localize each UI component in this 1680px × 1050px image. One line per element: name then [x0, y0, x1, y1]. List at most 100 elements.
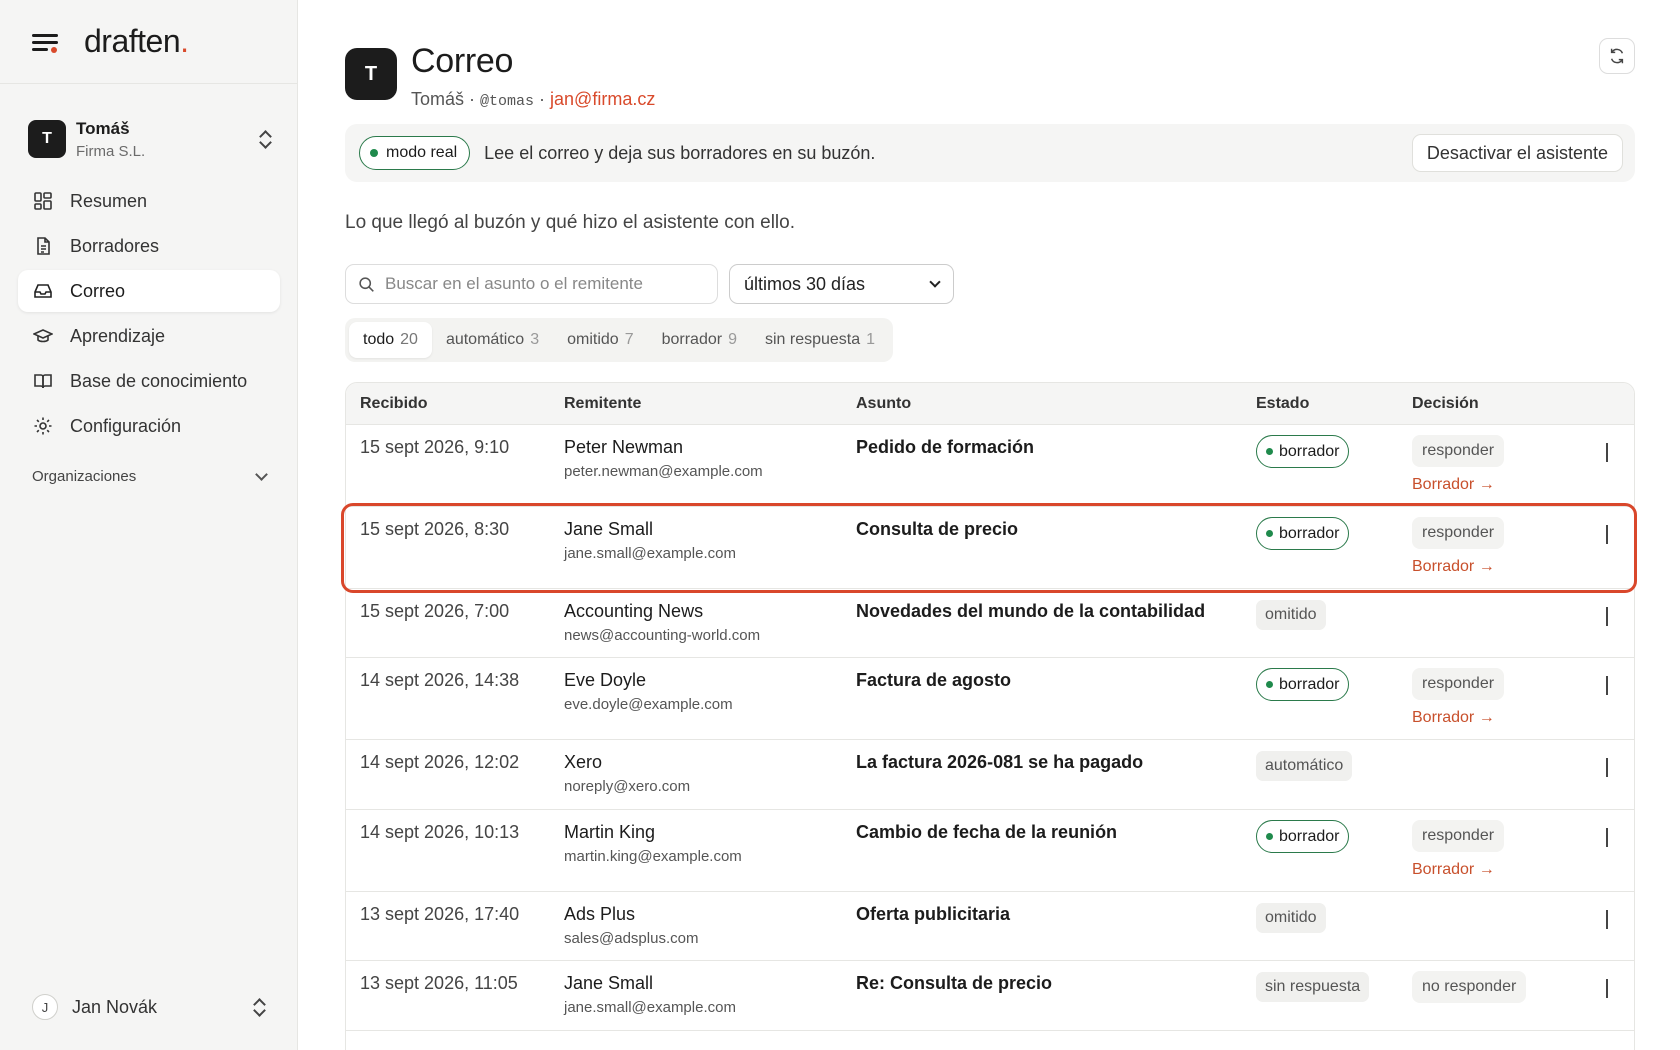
dashboard-icon: [34, 192, 52, 210]
sidebar-nav: Resumen Borradores Correo Aprendizaje Ba…: [18, 180, 280, 450]
expand-row-button[interactable]: [1606, 607, 1608, 626]
filter-count: 9: [728, 331, 737, 348]
received-date: 13 sept 2026, 11:05: [360, 973, 518, 993]
sender-email: jane.small@example.com: [564, 545, 736, 562]
expand-row-button[interactable]: [1606, 828, 1608, 847]
filter-tab-automatico[interactable]: automático 3: [432, 322, 553, 358]
sidebar-item-resumen[interactable]: Resumen: [18, 180, 280, 222]
chevron-down-icon: [1606, 443, 1608, 462]
mail-subject: Novedades del mundo de la contabilidad: [856, 601, 1206, 621]
menu-icon[interactable]: [32, 31, 60, 53]
org-name: Tomáš: [76, 118, 130, 138]
filter-tab-borrador[interactable]: borrador 9: [648, 322, 751, 358]
sidebar-item-aprendizaje[interactable]: Aprendizaje: [18, 315, 280, 357]
org-company: Firma S.L.: [76, 142, 146, 160]
draft-link[interactable]: Borrador →: [1412, 558, 1572, 576]
mail-subject: Re: Consulta de precio: [856, 973, 1053, 993]
table-row[interactable]: 13 sept 2026, 11:05 Jane Small jane.small…: [346, 961, 1634, 1031]
sender-email: noreply@xero.com: [564, 778, 691, 795]
sender-name: Peter Newman: [564, 437, 684, 457]
period-select[interactable]: últimos 30 días: [729, 264, 954, 304]
table-row[interactable]: 15 sept 2026, 8:30 Jane Small jane.small@…: [346, 507, 1634, 589]
mode-badge: modo real: [359, 136, 471, 170]
sender-name: Xero: [564, 752, 603, 772]
table-row[interactable]: 15 sept 2026, 9:10 Peter Newman peter.new…: [346, 425, 1634, 507]
sidebar-item-label: Aprendizaje: [70, 325, 166, 346]
expand-row-button[interactable]: [1606, 979, 1608, 998]
status-label: borrador: [1279, 827, 1340, 845]
organizations-section[interactable]: Organizaciones: [32, 468, 268, 485]
received-date: 14 sept 2026, 14:38: [360, 670, 520, 690]
chevron-updown-icon: [252, 997, 266, 1017]
expand-row-button[interactable]: [1606, 443, 1608, 462]
filter-label: omitido: [567, 331, 619, 348]
sidebar: draften. T Tomáš Firma S.L. Resumen Borr…: [0, 0, 298, 1050]
chevron-down-icon: [1606, 758, 1608, 777]
mail-subject: Oferta publicitaria: [856, 904, 1011, 924]
decision-badge: responder: [1412, 668, 1505, 700]
status-badge: borrador: [1256, 820, 1350, 853]
column-header-sender[interactable]: Remitente: [564, 395, 856, 413]
received-date: 14 sept 2026, 10:13: [360, 822, 520, 842]
chevron-down-icon: [1606, 910, 1608, 929]
org-switcher[interactable]: T Tomáš Firma S.L.: [28, 114, 272, 164]
table-row[interactable]: 14 sept 2026, 14:38 Eve Doyle eve.doyle@e…: [346, 658, 1634, 740]
banner-text: Lee el correo y deja sus borradores en s…: [484, 142, 876, 163]
sender-name: Eve Doyle: [564, 670, 647, 690]
owner-email-link[interactable]: jan@firma.cz: [550, 89, 655, 109]
chevron-down-icon: [1606, 607, 1608, 626]
search-input[interactable]: [385, 274, 705, 294]
table-row[interactable]: 15 sept 2026, 7:00 Accounting News news@a…: [346, 589, 1634, 658]
sidebar-item-borradores[interactable]: Borradores: [18, 225, 280, 267]
column-header-status[interactable]: Estado: [1256, 395, 1412, 413]
table-row[interactable]: 13 sept 2026, 17:40 Ads Plus sales@adsplu…: [346, 892, 1634, 961]
status-badge: automático: [1256, 751, 1353, 781]
chevron-down-icon: [1606, 828, 1608, 847]
column-header-subject[interactable]: Asunto: [856, 395, 1256, 413]
sender-email: jane.small@example.com: [564, 999, 736, 1016]
chevron-updown-icon: [258, 129, 272, 149]
decision-badge: responder: [1412, 517, 1505, 549]
decision-badge: responder: [1412, 820, 1505, 852]
draft-link[interactable]: Borrador →: [1412, 476, 1572, 494]
sidebar-item-label: Correo: [70, 280, 126, 301]
mail-table: Recibido Remitente Asunto Estado Decisió…: [345, 382, 1635, 1050]
sender-name: Martin King: [564, 822, 656, 842]
search-box[interactable]: [345, 264, 718, 304]
draft-link[interactable]: Borrador →: [1412, 709, 1572, 727]
status-badge: omitido: [1256, 600, 1326, 630]
decision-badge: no responder: [1412, 971, 1527, 1003]
filter-tab-todo[interactable]: todo 20: [349, 322, 432, 358]
table-row[interactable]: 14 sept 2026, 12:02 Xero noreply@xero.com…: [346, 740, 1634, 810]
status-badge: omitido: [1256, 903, 1326, 933]
filter-tab-sin-respuesta[interactable]: sin respuesta 1: [751, 322, 889, 358]
status-label: borrador: [1279, 675, 1340, 693]
logo[interactable]: draften.: [84, 23, 189, 60]
expand-row-button[interactable]: [1606, 676, 1608, 695]
deactivate-assistant-button[interactable]: Desactivar el asistente: [1411, 134, 1623, 172]
period-selected-value: últimos 30 días: [744, 273, 866, 294]
column-header-received[interactable]: Recibido: [346, 395, 564, 413]
draft-link[interactable]: Borrador →: [1412, 861, 1572, 879]
refresh-button[interactable]: [1599, 38, 1635, 74]
page-subtitle: Tomáš · @tomas · jan@firma.cz: [411, 89, 655, 110]
sidebar-item-correo[interactable]: Correo: [18, 270, 280, 312]
user-switcher[interactable]: J Jan Novák: [32, 994, 266, 1020]
search-icon: [359, 276, 374, 292]
column-header-decision[interactable]: Decisión: [1412, 395, 1572, 413]
mode-label: modo real: [386, 144, 458, 161]
status-badge: sin respuesta: [1256, 972, 1370, 1002]
user-avatar: J: [32, 994, 58, 1020]
expand-row-button[interactable]: [1606, 758, 1608, 777]
filter-label: borrador: [661, 331, 723, 348]
expand-row-button[interactable]: [1606, 910, 1608, 929]
sidebar-item-base-de-conocimiento[interactable]: Base de conocimiento: [18, 360, 280, 402]
status-badge: borrador: [1256, 435, 1350, 468]
sidebar-item-configuracion[interactable]: Configuración: [18, 405, 280, 447]
table-row[interactable]: 14 sept 2026, 10:13 Martin King martin.ki…: [346, 810, 1634, 892]
expand-row-button[interactable]: [1606, 525, 1608, 544]
filter-tab-omitido[interactable]: omitido 7: [553, 322, 647, 358]
filter-count: 1: [866, 331, 876, 348]
decision-badge: responder: [1412, 435, 1505, 467]
received-date: 15 sept 2026, 9:10: [360, 437, 510, 457]
